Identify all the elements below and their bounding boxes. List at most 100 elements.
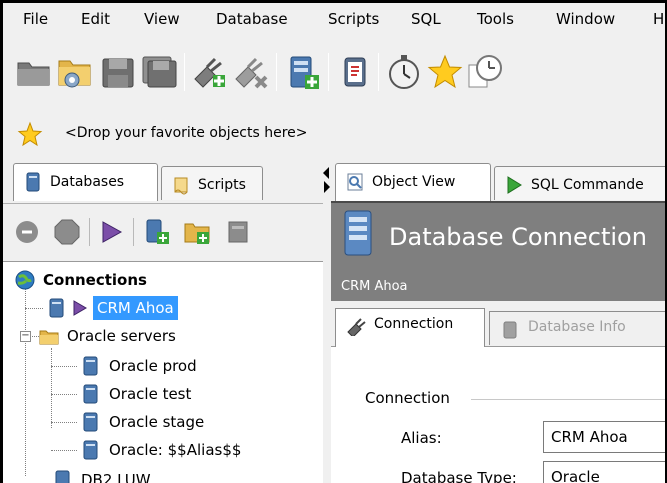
tree-guide-line	[51, 422, 77, 423]
connections-tree: Connections CRM Ahoa − Oracle servers Or…	[3, 261, 323, 483]
page-subtitle: CRM Ahoa	[341, 279, 408, 294]
tree-node-label: Oracle stage	[109, 413, 205, 431]
disconnect-plug-icon[interactable]	[232, 53, 270, 91]
favorite-star-icon[interactable]	[426, 53, 464, 91]
open-folder-gear-icon[interactable]	[56, 53, 94, 91]
tree-guide-line	[25, 308, 43, 309]
database-icon	[83, 356, 98, 376]
menu-database[interactable]: Database	[216, 9, 288, 29]
sub-tabs: Connection Database Info	[331, 303, 665, 348]
menu-view[interactable]: View	[144, 9, 180, 29]
alias-field[interactable]: CRM Ahoa	[543, 421, 665, 453]
left-toolbar	[3, 203, 323, 261]
open-folder-icon[interactable]	[15, 53, 53, 91]
menu-edit[interactable]: Edit	[81, 9, 110, 29]
tree-guide-line	[25, 286, 26, 476]
database-icon	[55, 470, 70, 483]
plug-icon[interactable]	[97, 218, 125, 246]
tree-node-label: Oracle servers	[67, 327, 176, 345]
tree-guide-line	[51, 348, 52, 428]
right-panel-tabs: Object View SQL Commande	[331, 161, 665, 201]
collapse-left-arrow-icon[interactable]	[323, 167, 329, 179]
database-info-icon	[503, 321, 517, 339]
plug-icon	[73, 300, 87, 316]
tree-node-label: CRM Ahoa	[93, 296, 178, 320]
menu-scripts[interactable]: Scripts	[328, 9, 379, 29]
tab-connection-label: Connection	[374, 316, 454, 332]
stopwatch-icon[interactable]	[385, 53, 423, 91]
stop-icon[interactable]	[53, 218, 81, 246]
tree-node-label: Oracle prod	[109, 357, 197, 375]
favorites-bar[interactable]: <Drop your favorite objects here>	[3, 115, 665, 153]
connect-plug-icon[interactable]	[191, 53, 229, 91]
toolbar-separator	[328, 53, 329, 91]
tab-object-view[interactable]: Object View	[335, 163, 491, 201]
tree-guide-line	[51, 450, 77, 451]
menu-window[interactable]: Window	[556, 9, 615, 29]
tab-connection[interactable]: Connection	[335, 308, 485, 348]
expand-right-arrow-icon[interactable]	[324, 181, 330, 193]
database-icon	[83, 440, 98, 460]
save-all-icon[interactable]	[141, 53, 179, 91]
menu-bar: File Edit View Database Scripts SQL Tool…	[3, 3, 665, 35]
database-icon	[83, 412, 98, 432]
tree-node-label: Oracle test	[109, 385, 192, 403]
main-toolbar	[3, 45, 665, 103]
connection-plug-icon	[347, 318, 366, 336]
toolbar-separator	[276, 53, 277, 91]
application-window: File Edit View Database Scripts SQL Tool…	[0, 0, 667, 483]
collapse-expander[interactable]: −	[20, 331, 31, 342]
play-icon	[507, 176, 522, 194]
tab-database-info[interactable]: Database Info	[489, 311, 665, 345]
tab-databases[interactable]: Databases	[13, 163, 158, 201]
tree-root-label: Connections	[43, 271, 147, 289]
menu-tools[interactable]: Tools	[477, 9, 514, 29]
save-icon[interactable]	[99, 53, 137, 91]
new-database-icon[interactable]	[285, 53, 323, 91]
toolbar-separator	[184, 53, 185, 91]
database-icon	[26, 172, 40, 192]
page-title: Database Connection	[389, 223, 647, 251]
database-connection-icon	[344, 210, 372, 256]
script-icon	[174, 177, 188, 195]
database-type-select[interactable]: Oracle	[543, 461, 665, 483]
connection-form: Connection Alias: CRM Ahoa Database Type…	[331, 347, 665, 483]
alias-label: Alias:	[401, 429, 442, 447]
tree-guide-line	[51, 394, 77, 395]
tree-node-label: Oracle: $$Alias$$	[109, 441, 242, 459]
menu-help[interactable]: H	[653, 9, 664, 29]
tab-object-view-label: Object View	[372, 174, 456, 190]
object-view-icon	[347, 173, 363, 191]
tab-scripts[interactable]: Scripts	[161, 166, 263, 200]
object-header: Database Connection CRM Ahoa	[331, 201, 665, 301]
add-database-icon[interactable]	[143, 218, 171, 246]
add-folder-icon[interactable]	[183, 218, 211, 246]
favorites-star-icon	[17, 121, 43, 147]
clipboard-icon[interactable]	[336, 53, 374, 91]
menu-file[interactable]: File	[23, 9, 48, 29]
database-icon	[83, 384, 98, 404]
tab-sql-commander-label: SQL Commande	[531, 177, 644, 193]
tab-database-info-label: Database Info	[528, 319, 626, 335]
group-divider	[471, 399, 665, 400]
group-title: Connection	[365, 389, 450, 407]
tab-databases-label: Databases	[50, 174, 125, 190]
connect-icon[interactable]	[13, 218, 41, 246]
left-toolbar-separator	[133, 218, 134, 246]
properties-icon[interactable]	[225, 218, 253, 246]
database-type-label: Database Type:	[401, 469, 517, 483]
tab-scripts-label: Scripts	[198, 177, 246, 193]
panel-splitter[interactable]	[323, 161, 331, 483]
tree-node-label: DB2 LUW	[81, 471, 151, 483]
left-toolbar-separator	[89, 218, 90, 246]
globe-icon	[15, 270, 35, 290]
database-icon	[49, 298, 64, 318]
tab-sql-commander[interactable]: SQL Commande	[494, 166, 665, 200]
toolbar-separator	[378, 53, 379, 91]
tree-guide-line	[51, 366, 77, 367]
favorites-placeholder: <Drop your favorite objects here>	[65, 125, 308, 141]
menu-sql[interactable]: SQL	[411, 9, 441, 29]
history-clock-icon[interactable]	[466, 53, 504, 91]
folder-icon	[39, 330, 59, 345]
left-panel-tabs: Databases Scripts	[3, 161, 323, 201]
